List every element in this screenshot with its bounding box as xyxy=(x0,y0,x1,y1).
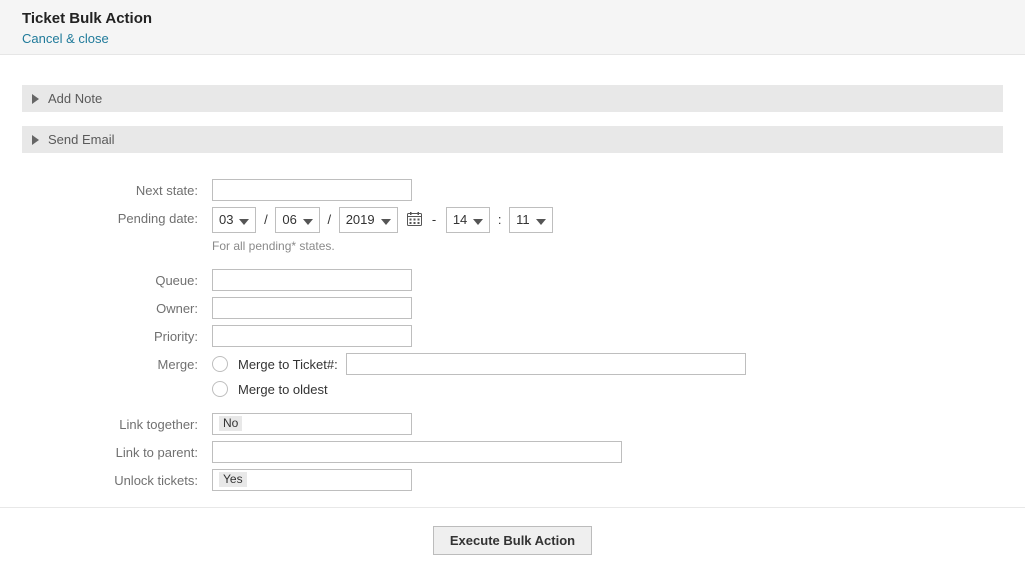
chevron-down-icon xyxy=(536,219,546,225)
page-header: Ticket Bulk Action Cancel & close xyxy=(0,0,1025,55)
pending-hour-select[interactable]: 14 xyxy=(446,207,490,233)
pending-help-text: For all pending* states. xyxy=(212,239,1003,253)
merge-ticket-number-input[interactable] xyxy=(346,353,746,375)
pending-month-select[interactable]: 03 xyxy=(212,207,256,233)
panel-add-note-label: Add Note xyxy=(48,91,102,106)
link-together-label: Link together: xyxy=(22,413,212,432)
cancel-close-link[interactable]: Cancel & close xyxy=(22,31,109,46)
owner-label: Owner: xyxy=(22,297,212,316)
owner-input[interactable] xyxy=(212,297,412,319)
priority-label: Priority: xyxy=(22,325,212,344)
pending-day-select[interactable]: 06 xyxy=(275,207,319,233)
next-state-label: Next state: xyxy=(22,179,212,198)
next-state-input[interactable] xyxy=(212,179,412,201)
queue-label: Queue: xyxy=(22,269,212,288)
link-together-select[interactable]: No xyxy=(212,413,412,435)
pending-minute-select[interactable]: 11 xyxy=(509,207,553,233)
priority-input[interactable] xyxy=(212,325,412,347)
merge-label: Merge: xyxy=(22,353,212,372)
chevron-down-icon xyxy=(239,219,249,225)
panel-add-note[interactable]: Add Note xyxy=(22,85,1003,112)
panel-send-email-label: Send Email xyxy=(48,132,114,147)
link-to-parent-input[interactable] xyxy=(212,441,622,463)
page-title: Ticket Bulk Action xyxy=(22,10,1003,27)
chevron-down-icon xyxy=(303,219,313,225)
unlock-tickets-select[interactable]: Yes xyxy=(212,469,412,491)
caret-right-icon xyxy=(32,94,39,104)
link-to-parent-label: Link to parent: xyxy=(22,441,212,460)
pending-year-select[interactable]: 2019 xyxy=(339,207,398,233)
merge-to-ticket-label: Merge to Ticket#: xyxy=(238,357,338,372)
unlock-tickets-value: Yes xyxy=(219,472,247,487)
panel-send-email[interactable]: Send Email xyxy=(22,126,1003,153)
chevron-down-icon xyxy=(473,219,483,225)
pending-date-label: Pending date: xyxy=(22,207,212,226)
queue-input[interactable] xyxy=(212,269,412,291)
merge-to-oldest-radio[interactable] xyxy=(212,381,228,397)
unlock-tickets-label: Unlock tickets: xyxy=(22,469,212,488)
execute-bulk-action-button[interactable]: Execute Bulk Action xyxy=(433,526,592,555)
calendar-icon[interactable] xyxy=(407,212,422,229)
footer: Execute Bulk Action xyxy=(0,507,1025,573)
caret-right-icon xyxy=(32,135,39,145)
link-together-value: No xyxy=(219,416,242,431)
chevron-down-icon xyxy=(381,219,391,225)
merge-to-ticket-radio[interactable] xyxy=(212,356,228,372)
merge-to-oldest-label: Merge to oldest xyxy=(238,382,328,397)
